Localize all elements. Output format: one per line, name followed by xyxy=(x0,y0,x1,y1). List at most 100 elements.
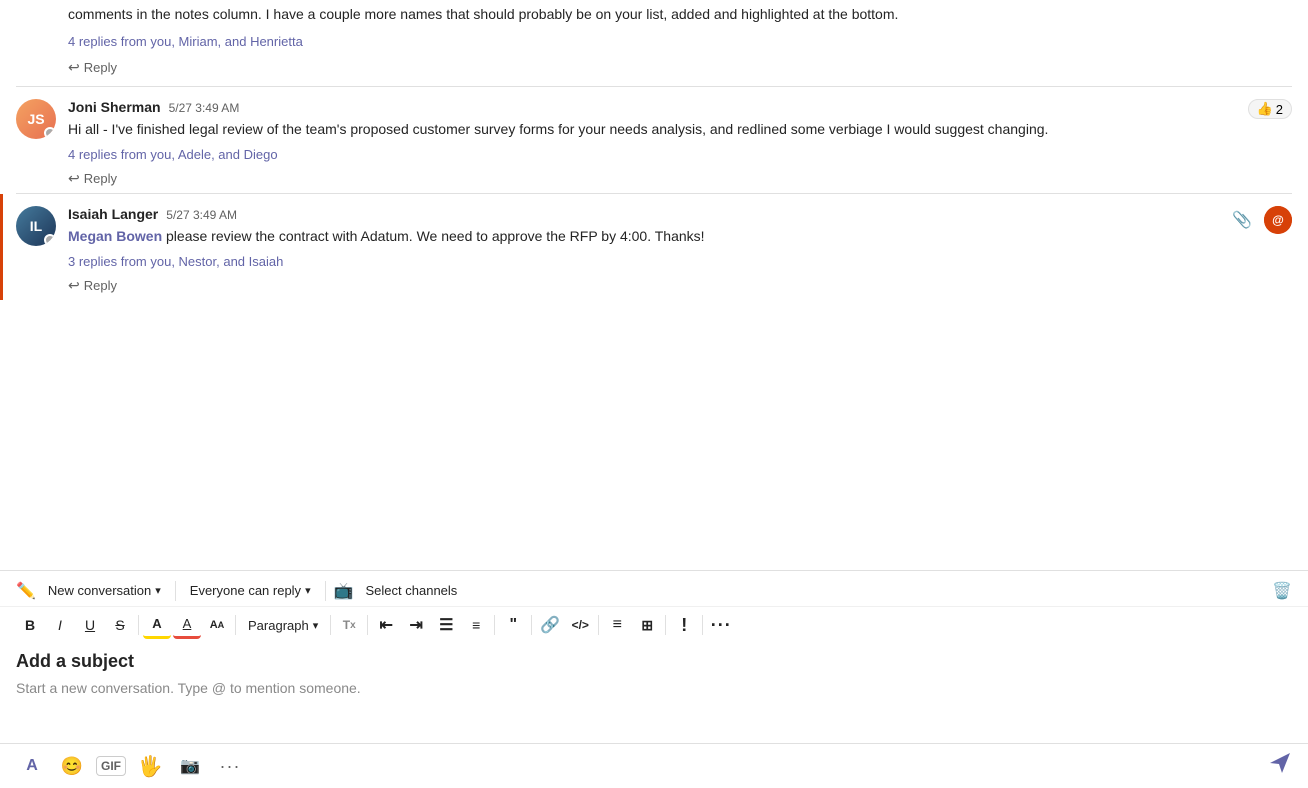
highlight-btn[interactable]: A xyxy=(143,611,171,639)
send-icon xyxy=(1268,751,1292,775)
composer-top-right: 🗑️ xyxy=(1272,581,1292,601)
more-formatting-btn[interactable]: ··· xyxy=(707,611,735,639)
reply-btn-joni[interactable]: ↩ Reply xyxy=(68,168,1292,189)
composer-top-bar: ✏️ New conversation ▾ Everyone can reply… xyxy=(0,571,1308,607)
replies-count-isaiah[interactable]: 3 replies from you, Nestor, and Isaiah xyxy=(68,254,283,269)
new-conversation-btn[interactable]: New conversation ▾ xyxy=(42,579,167,602)
clear-format-btn[interactable]: Tx xyxy=(335,611,363,639)
bottom-toolbar: A 😊 GIF 🖐 📷 ··· xyxy=(0,743,1308,788)
more-actions-btn[interactable]: ··· xyxy=(214,750,246,782)
mention-top-icon[interactable]: @ xyxy=(1264,206,1292,234)
font-size-btn[interactable]: AA xyxy=(203,611,231,639)
subject-field[interactable]: Add a subject xyxy=(16,651,1292,672)
message-text-isaiah: Megan Bowen please review the contract w… xyxy=(68,226,1220,247)
important-btn[interactable]: ! xyxy=(670,611,698,639)
attachment-icon-isaiah[interactable]: 📎 xyxy=(1228,206,1256,234)
top-replies-link[interactable]: 4 replies from you, Miriam, and Henriett… xyxy=(0,33,1308,55)
replies-isaiah[interactable]: 3 replies from you, Nestor, and Isaiah xyxy=(68,253,1220,273)
replies-joni[interactable]: 4 replies from you, Adele, and Diego xyxy=(68,146,1292,166)
strikethrough-btn[interactable]: S xyxy=(106,611,134,639)
paragraph-select[interactable]: Paragraph ▾ xyxy=(240,616,326,635)
reply-arrow-icon: ↩ xyxy=(68,59,80,76)
at-icon-top[interactable]: @ xyxy=(1264,206,1292,234)
top-bar-divider-1 xyxy=(175,581,176,601)
tb-divider-1 xyxy=(138,615,139,635)
align-btn[interactable]: ≡ xyxy=(603,611,631,639)
avatar-status-joni xyxy=(44,127,56,139)
new-conversation-chevron: ▾ xyxy=(155,584,161,597)
body-field[interactable]: Start a new conversation. Type @ to ment… xyxy=(16,680,1292,696)
paragraph-chevron: ▾ xyxy=(313,619,319,632)
discard-btn[interactable]: 🗑️ xyxy=(1272,583,1292,600)
sticker-btn[interactable]: 🖐 xyxy=(134,750,166,782)
mention-megan[interactable]: Megan Bowen xyxy=(68,228,162,244)
indent-btn[interactable]: ⇥ xyxy=(402,611,430,639)
outdent-btn[interactable]: ⇤ xyxy=(372,611,400,639)
reply-label-isaiah: Reply xyxy=(84,278,117,293)
formatting-toolbar: B I U S A A AA Paragraph ▾ Tx ⇤ ⇥ ☰ ≡ " … xyxy=(0,607,1308,643)
code-btn[interactable]: </> xyxy=(566,611,594,639)
gif-btn[interactable]: GIF xyxy=(96,756,126,776)
bullets-btn[interactable]: ☰ xyxy=(432,611,460,639)
message-meta-isaiah: Isaiah Langer 5/27 3:49 AM xyxy=(68,206,1220,222)
font-color-btn[interactable]: A xyxy=(173,611,201,639)
sender-name-isaiah: Isaiah Langer xyxy=(68,206,158,222)
link-btn[interactable]: 🔗 xyxy=(536,611,564,639)
numbers-btn[interactable]: ≡ xyxy=(462,611,490,639)
underline-btn[interactable]: U xyxy=(76,611,104,639)
message-time-joni: 5/27 3:49 AM xyxy=(169,101,240,115)
everyone-can-reply-btn[interactable]: Everyone can reply ▾ xyxy=(184,579,317,602)
message-header-joni: Joni Sherman 5/27 3:49 AM 👍 2 xyxy=(68,99,1292,119)
new-conversation-label: New conversation xyxy=(48,583,151,598)
reaction-badge-joni[interactable]: 👍 2 xyxy=(1248,99,1292,119)
reaction-emoji-joni: 👍 xyxy=(1257,101,1273,117)
avatar-isaiah: IL xyxy=(16,206,56,246)
tb-divider-7 xyxy=(598,615,599,635)
reply-btn-top[interactable]: ↩ Reply xyxy=(68,57,1292,78)
select-channels-btn[interactable]: Select channels xyxy=(360,579,464,602)
reply-btn-isaiah[interactable]: ↩ Reply xyxy=(68,275,1220,296)
send-button[interactable] xyxy=(1268,751,1292,781)
reaction-count-joni: 2 xyxy=(1276,102,1283,117)
chat-area: comments in the notes column. I have a c… xyxy=(0,0,1308,570)
select-channels-label: Select channels xyxy=(366,583,458,598)
sender-name-joni: Joni Sherman xyxy=(68,99,161,115)
top-reply-button[interactable]: ↩ Reply xyxy=(0,57,1308,86)
message-meta-joni: Joni Sherman 5/27 3:49 AM xyxy=(68,99,239,115)
quote-btn[interactable]: " xyxy=(499,611,527,639)
everyone-can-reply-label: Everyone can reply xyxy=(190,583,301,598)
tb-divider-2 xyxy=(235,615,236,635)
composer: ✏️ New conversation ▾ Everyone can reply… xyxy=(0,570,1308,788)
italic-btn[interactable]: I xyxy=(46,611,74,639)
tb-divider-4 xyxy=(367,615,368,635)
replies-count-joni[interactable]: 4 replies from you, Adele, and Diego xyxy=(68,147,278,162)
avatar-joni: JS xyxy=(16,99,56,139)
editor-area[interactable]: Add a subject Start a new conversation. … xyxy=(0,643,1308,743)
video-clip-btn[interactable]: 📷 xyxy=(174,750,206,782)
message-joni: JS Joni Sherman 5/27 3:49 AM 👍 2 Hi all … xyxy=(0,87,1308,193)
message-content-isaiah: Isaiah Langer 5/27 3:49 AM Megan Bowen p… xyxy=(68,206,1220,296)
bold-btn[interactable]: B xyxy=(16,611,44,639)
tb-divider-8 xyxy=(665,615,666,635)
message-text-isaiah-body: please review the contract with Adatum. … xyxy=(162,228,704,244)
reply-arrow-icon-joni: ↩ xyxy=(68,170,80,187)
message-time-isaiah: 5/27 3:49 AM xyxy=(166,208,237,222)
paragraph-label: Paragraph xyxy=(248,618,309,633)
emoji-btn[interactable]: 😊 xyxy=(56,750,88,782)
message-content-joni: Joni Sherman 5/27 3:49 AM 👍 2 Hi all - I… xyxy=(68,99,1292,189)
message-text-joni: Hi all - I've finished legal review of t… xyxy=(68,119,1292,140)
edit-icon: ✏️ xyxy=(16,581,36,601)
table-btn[interactable]: ⊞ xyxy=(633,611,661,639)
message-isaiah: IL Isaiah Langer 5/27 3:49 AM Megan Bowe… xyxy=(0,194,1308,300)
font-style-btn[interactable]: A xyxy=(16,750,48,782)
reply-label-joni: Reply xyxy=(84,171,117,186)
channels-icon: 📺 xyxy=(334,581,354,601)
replies-count-top[interactable]: 4 replies from you, Miriam, and Henriett… xyxy=(68,34,303,49)
reply-label-top: Reply xyxy=(84,60,117,75)
tb-divider-5 xyxy=(494,615,495,635)
reply-arrow-icon-isaiah: ↩ xyxy=(68,277,80,294)
tb-divider-3 xyxy=(330,615,331,635)
everyone-can-reply-chevron: ▾ xyxy=(305,584,311,597)
tb-divider-6 xyxy=(531,615,532,635)
avatar-status-isaiah xyxy=(44,234,56,246)
